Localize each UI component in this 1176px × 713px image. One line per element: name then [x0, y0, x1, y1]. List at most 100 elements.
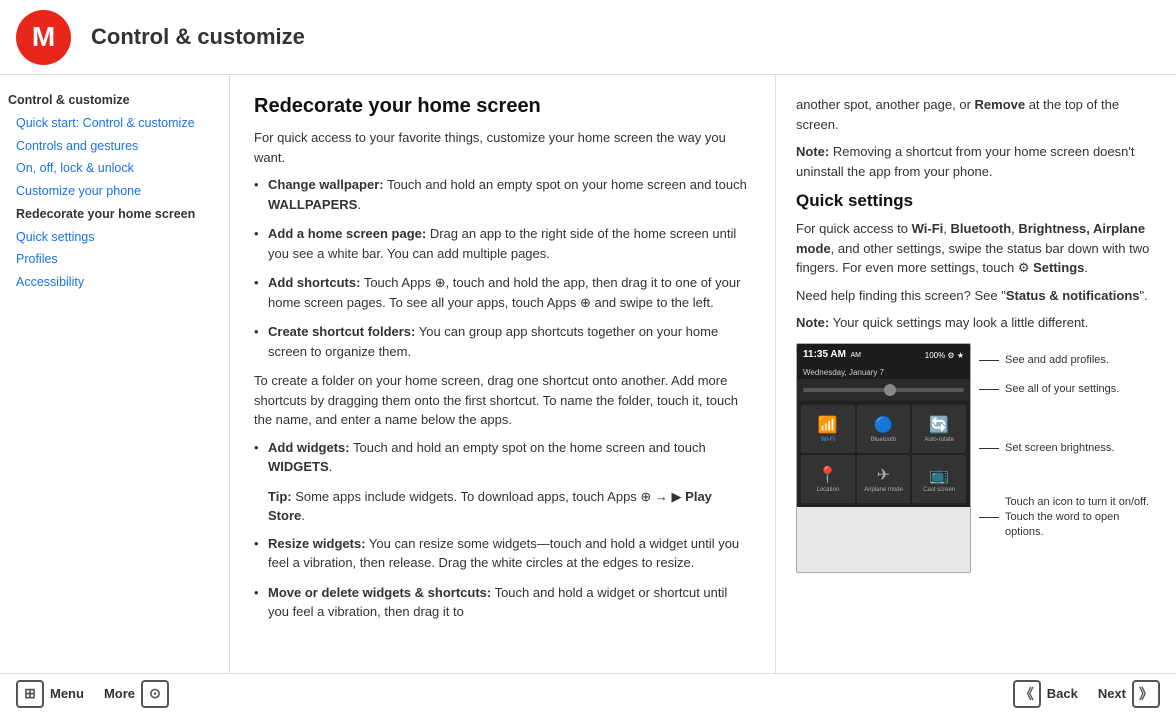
note-1-bold: Note: [796, 144, 829, 159]
next-button[interactable]: Next 》 [1098, 680, 1160, 708]
callout-2: See all of your settings. [979, 382, 1156, 397]
callout-annotations: See and add profiles. See all of your se… [971, 343, 1156, 573]
list-item-move-delete-bold: Move or delete widgets & shortcuts: [268, 585, 491, 600]
phone-tiles-grid: 📶 Wi-Fi 🔵 Bluetooth 🔄 Auto-rotate � [797, 401, 970, 507]
list-item-folders: Create shortcut folders: You can group a… [254, 322, 751, 361]
list-item-move-delete: Move or delete widgets & shortcuts: Touc… [254, 583, 751, 622]
brightness-thumb [884, 384, 896, 396]
autorotate-tile-label: Auto-rotate [924, 437, 954, 443]
callout-text-2: See all of your settings. [1005, 382, 1119, 397]
phone-tile-autorotate: 🔄 Auto-rotate [912, 405, 966, 453]
menu-button[interactable]: ⊞ Menu [16, 680, 84, 708]
more-icon: ⊙ [141, 680, 169, 708]
sidebar-item-controls-gestures[interactable]: Controls and gestures [0, 135, 229, 158]
sidebar-item-customize-phone[interactable]: Customize your phone [0, 180, 229, 203]
wallpapers-bold: WALLPAPERS [268, 197, 357, 212]
location-tile-label: Location [816, 487, 839, 493]
list-item-folders-bold: Create shortcut folders: [268, 324, 415, 339]
tip-text: Tip: Some apps include widgets. To downl… [254, 487, 751, 526]
list-item-add-page: Add a home screen page: Drag an app to t… [254, 224, 751, 263]
sidebar-item-profiles[interactable]: Profiles [0, 248, 229, 271]
page-title: Control & customize [91, 24, 305, 50]
next-icon-symbol: 》 [1139, 684, 1153, 704]
phone-am: AM [851, 352, 862, 359]
sidebar: Control & customize Quick start: Control… [0, 75, 230, 673]
autorotate-tile-icon: 🔄 [929, 415, 949, 435]
main-layout: Control & customize Quick start: Control… [0, 75, 1176, 673]
list-item-widgets-bold: Add widgets: [268, 440, 350, 455]
battery-icon: 100% ⚙ ★ [925, 351, 964, 360]
left-heading: Redecorate your home screen [254, 95, 751, 118]
more-button[interactable]: More ⊙ [104, 680, 169, 708]
quick-settings-heading: Quick settings [796, 191, 1156, 211]
diagram-container: 11:35 AM AM 100% ⚙ ★ Wednesday, January … [796, 343, 1156, 573]
phone-status-bar: 11:35 AM AM 100% ⚙ ★ [797, 344, 970, 366]
phone-time-display: 11:35 AM AM [803, 349, 861, 360]
bluetooth-tile-icon: 🔵 [874, 415, 894, 435]
list-item-resize-bold: Resize widgets: [268, 536, 366, 551]
wifi-tile-label: Wi-Fi [821, 437, 835, 443]
callout-1: See and add profiles. [979, 353, 1156, 368]
footer: ⊞ Menu More ⊙ 《 Back Next 》 [0, 673, 1176, 713]
castscreen-tile-label: Cast screen [923, 487, 955, 493]
menu-icon-symbol: ⊞ [24, 685, 36, 702]
footer-right: 《 Back Next 》 [1013, 680, 1160, 708]
phone-time: 11:35 AM [803, 349, 846, 360]
play-store-bold: Play Store [268, 489, 712, 524]
sidebar-item-redecorate[interactable]: Redecorate your home screen [0, 203, 229, 226]
right-continued: another spot, another page, or Remove at… [796, 95, 1156, 134]
sidebar-item-on-off-lock[interactable]: On, off, lock & unlock [0, 157, 229, 180]
list-item-widgets: Add widgets: Touch and hold an empty spo… [254, 438, 751, 477]
callout-line-4 [979, 517, 999, 518]
motorola-logo: M [16, 10, 71, 65]
qs-help: Need help finding this screen? See "Stat… [796, 286, 1156, 306]
phone-date: Wednesday, January 7 [797, 366, 970, 379]
header: M Control & customize [0, 0, 1176, 75]
phone-tile-bluetooth: 🔵 Bluetooth [857, 405, 911, 453]
left-intro: For quick access to your favorite things… [254, 128, 751, 167]
callout-text-1: See and add profiles. [1005, 353, 1109, 368]
castscreen-tile-icon: 📺 [929, 465, 949, 485]
tip-bold: Tip: [268, 489, 292, 504]
note-2-bold: Note: [796, 315, 829, 330]
back-label: Back [1047, 686, 1078, 701]
sidebar-item-quick-start[interactable]: Quick start: Control & customize [0, 112, 229, 135]
note-1: Note: Removing a shortcut from your home… [796, 142, 1156, 181]
callout-line-1 [979, 360, 999, 361]
sidebar-item-accessibility[interactable]: Accessibility [0, 271, 229, 294]
qs-intro: For quick access to Wi-Fi, Bluetooth, Br… [796, 219, 1156, 278]
phone-tile-airplane: ✈ Airplane mode [857, 455, 911, 503]
phone-brightness-bar [797, 379, 970, 401]
content-area: Redecorate your home screen For quick ac… [230, 75, 1176, 673]
list-item-resize: Resize widgets: You can resize some widg… [254, 534, 751, 573]
back-button[interactable]: 《 Back [1013, 680, 1078, 708]
callout-line-2 [979, 389, 999, 390]
bluetooth-tile-label: Bluetooth [871, 437, 896, 443]
list-item-shortcuts-bold: Add shortcuts: [268, 275, 360, 290]
left-list-1: Change wallpaper: Touch and hold an empt… [254, 175, 751, 361]
next-label: Next [1098, 686, 1126, 701]
folder-paragraph: To create a folder on your home screen, … [254, 371, 751, 430]
callout-line-3 [979, 448, 999, 449]
remove-bold: Remove [975, 97, 1026, 112]
back-icon: 《 [1013, 680, 1041, 708]
back-icon-symbol: 《 [1020, 684, 1034, 704]
phone-tile-castscreen: 📺 Cast screen [912, 455, 966, 503]
callout-3: Set screen brightness. [979, 441, 1156, 456]
left-list-2: Add widgets: Touch and hold an empty spo… [254, 438, 751, 477]
next-icon: 》 [1132, 680, 1160, 708]
sidebar-item-control-customize[interactable]: Control & customize [0, 85, 229, 112]
sidebar-item-quick-settings[interactable]: Quick settings [0, 226, 229, 249]
airplane-tile-icon: ✈ [877, 465, 890, 485]
note-2: Note: Your quick settings may look a lit… [796, 313, 1156, 333]
left-list-3: Resize widgets: You can resize some widg… [254, 534, 751, 622]
list-item-wallpaper: Change wallpaper: Touch and hold an empt… [254, 175, 751, 214]
phone-tile-location: 📍 Location [801, 455, 855, 503]
widgets-bold: WIDGETS [268, 459, 329, 474]
footer-left: ⊞ Menu More ⊙ [16, 680, 169, 708]
list-item-shortcuts: Add shortcuts: Touch Apps ⊕, touch and h… [254, 273, 751, 312]
location-tile-icon: 📍 [818, 465, 838, 485]
list-item-wallpaper-bold: Change wallpaper: [268, 177, 384, 192]
menu-icon: ⊞ [16, 680, 44, 708]
phone-screenshot: 11:35 AM AM 100% ⚙ ★ Wednesday, January … [796, 343, 971, 573]
